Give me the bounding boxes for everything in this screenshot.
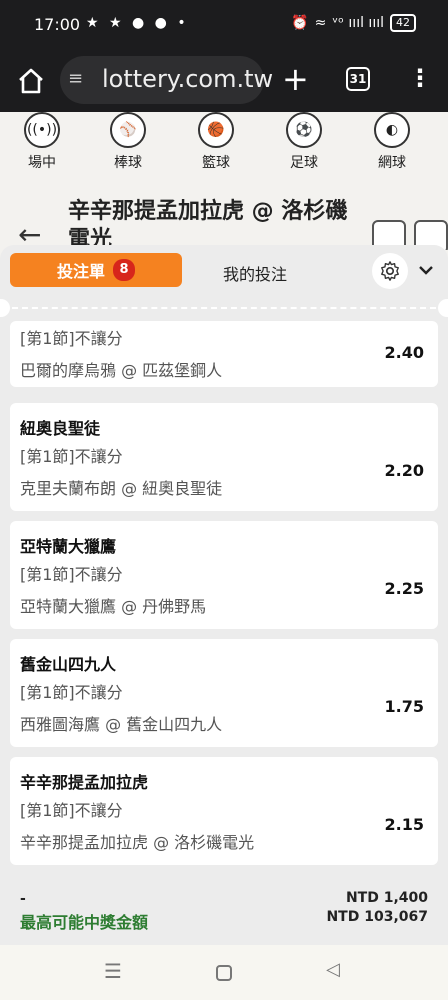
recent-apps-icon[interactable]: ☰ [104, 959, 122, 983]
notification-icons: ★ ★ ● ● • [86, 15, 189, 31]
bet-card[interactable]: 亞特蘭大獵鷹 [第1節]不讓分 亞特蘭大獵鷹 @ 丹佛野馬 2.25 [10, 521, 438, 629]
soccer-icon: ⚽ [286, 112, 322, 148]
browser-menu-icon[interactable]: ⋮ [408, 64, 432, 92]
settings-button[interactable] [372, 253, 408, 289]
sport-label: 棒球 [114, 155, 142, 171]
tab-my-bets[interactable]: 我的投注 [200, 261, 310, 285]
bet-match: 西雅圖海鷹 @ 舊金山四九人 [20, 715, 223, 734]
alarm-icon: ⏰ [291, 15, 309, 31]
bet-match: 巴爾的摩烏鴉 @ 匹茲堡鋼人 [20, 361, 223, 380]
bet-match: 辛辛那提孟加拉虎 @ 洛杉磯電光 [20, 833, 255, 852]
bet-match: 亞特蘭大獵鷹 @ 丹佛野馬 [20, 597, 207, 616]
bet-market: [第1節]不讓分 [20, 565, 123, 584]
summary-dash: - [20, 891, 26, 907]
bet-count-badge: 8 [113, 259, 135, 281]
url-text[interactable]: lottery.com.tw [102, 65, 273, 93]
bet-odds: 2.20 [384, 461, 424, 480]
tennis-icon: ◐ [374, 112, 410, 148]
gear-icon [381, 261, 399, 281]
bet-card[interactable]: [第1節]不讓分 巴爾的摩烏鴉 @ 匹茲堡鋼人 2.40 [10, 321, 438, 387]
collapse-chevron-icon[interactable] [418, 261, 434, 280]
home-icon[interactable] [16, 66, 46, 96]
sport-label: 足球 [290, 155, 318, 171]
sport-basketball[interactable]: 🏀 籃球 [186, 112, 246, 172]
bet-summary: - NTD 1,400 最高可能中獎金額 NTD 103,067 [0, 885, 448, 943]
tab-switcher-button[interactable]: 31 [346, 67, 370, 91]
sport-label: 籃球 [202, 155, 230, 171]
bet-card[interactable]: 舊金山四九人 [第1節]不讓分 西雅圖海鷹 @ 舊金山四九人 1.75 [10, 639, 438, 747]
status-time: 17:00 [34, 15, 81, 34]
sport-live[interactable]: ((•)) 場中 [12, 112, 72, 172]
bet-market: [第1節]不讓分 [20, 329, 123, 348]
bet-card[interactable]: 紐奧良聖徒 [第1節]不讓分 克里夫蘭布朗 @ 紐奧良聖徒 2.20 [10, 403, 438, 511]
dashed-line [12, 307, 436, 309]
status-bar: 17:00 ★ ★ ● ● • ⏰ ≈ ᵛᵒ ıııl ıııl 42 [0, 0, 448, 50]
bet-team: 舊金山四九人 [20, 655, 117, 674]
bet-card[interactable]: 辛辛那提孟加拉虎 [第1節]不讓分 辛辛那提孟加拉虎 @ 洛杉磯電光 2.15 [10, 757, 438, 865]
total-stake: NTD 1,400 [345, 890, 428, 906]
bet-team: 紐奧良聖徒 [20, 419, 101, 438]
bet-slip-panel: 投注單 8 我的投注 [第1節]不讓分 巴爾的摩烏鴉 @ 匹茲堡鋼人 2.40 … [0, 245, 448, 945]
ticket-divider [0, 297, 448, 321]
ticket-notch-right [438, 299, 448, 317]
android-nav-bar: ☰ ◁ [0, 945, 448, 1000]
new-tab-button[interactable]: + [282, 60, 309, 98]
wifi-icon: ≈ [314, 15, 327, 31]
bet-odds: 2.40 [384, 343, 424, 362]
max-payout-label: 最高可能中獎金額 [20, 913, 149, 932]
sport-baseball[interactable]: ⚾ 棒球 [98, 112, 158, 172]
live-icon: ((•)) [24, 112, 60, 148]
baseball-icon: ⚾ [110, 112, 146, 148]
bet-odds: 1.75 [384, 697, 424, 716]
basketball-icon: 🏀 [198, 112, 234, 148]
tab-bet-slip-label: 投注單 [56, 262, 105, 281]
address-bar[interactable]: ≡ lottery.com.tw [60, 56, 273, 104]
system-icons: ⏰ ≈ ᵛᵒ ıııl ıııl 42 [291, 14, 416, 32]
signal-icon: ᵛᵒ ıııl ıııl [332, 15, 384, 31]
match-header: ← 辛辛那提孟加拉虎 @ 洛杉磯電光 [0, 190, 448, 250]
bet-odds: 2.25 [384, 579, 424, 598]
match-title: 辛辛那提孟加拉虎 @ 洛杉磯電光 [68, 199, 348, 250]
battery-icon: 42 [390, 14, 416, 32]
bet-market: [第1節]不讓分 [20, 683, 123, 702]
bet-team: 辛辛那提孟加拉虎 [20, 773, 149, 792]
bet-odds: 2.15 [384, 815, 424, 834]
bet-team: 亞特蘭大獵鷹 [20, 537, 117, 556]
ticket-notch-left [0, 299, 10, 317]
max-payout-value: NTD 103,067 [326, 909, 428, 925]
sport-soccer[interactable]: ⚽ 足球 [274, 112, 334, 172]
sport-label: 網球 [378, 155, 406, 171]
back-nav-icon[interactable]: ◁ [326, 959, 340, 980]
bet-market: [第1節]不讓分 [20, 447, 123, 466]
site-settings-icon[interactable]: ≡ [68, 68, 83, 89]
bet-match: 克里夫蘭布朗 @ 紐奧良聖徒 [20, 479, 223, 498]
sports-nav: ((•)) 場中 ⚾ 棒球 🏀 籃球 ⚽ 足球 ◐ 網球 [0, 112, 448, 182]
home-nav-icon[interactable] [216, 965, 232, 981]
bet-slip-tabs: 投注單 8 我的投注 [0, 245, 448, 301]
sport-tennis[interactable]: ◐ 網球 [362, 112, 422, 172]
sport-label: 場中 [28, 155, 56, 171]
browser-toolbar: ≡ lottery.com.tw + 31 ⋮ [0, 50, 448, 112]
bet-market: [第1節]不讓分 [20, 801, 123, 820]
tab-bet-slip[interactable]: 投注單 8 [10, 253, 182, 287]
